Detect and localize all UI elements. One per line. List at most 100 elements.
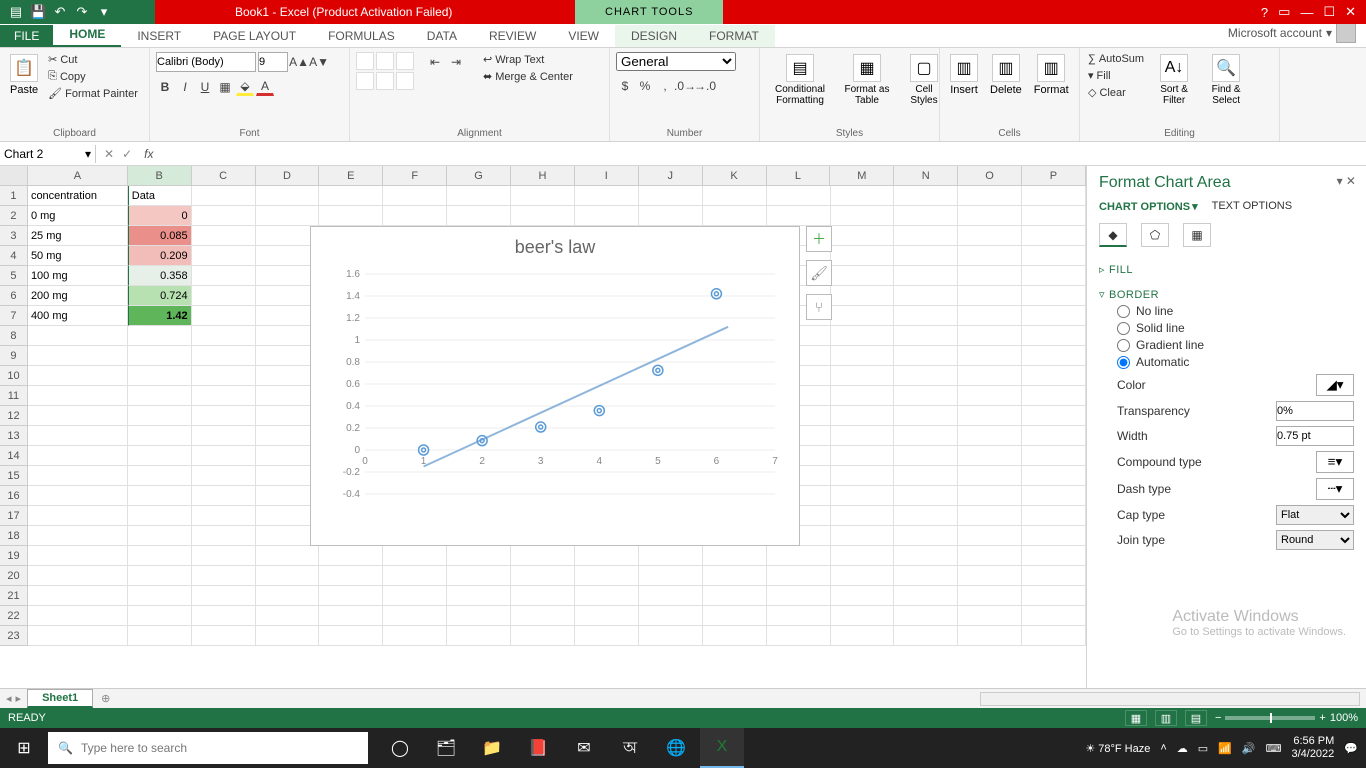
row-header[interactable]: 3 [0, 226, 28, 246]
cell[interactable] [767, 586, 831, 606]
insert-cells-button[interactable]: ▥Insert [946, 52, 982, 98]
cell[interactable] [831, 426, 895, 446]
keyboard-icon[interactable]: ⌨ [1266, 742, 1282, 755]
cell[interactable] [128, 326, 192, 346]
cell[interactable] [894, 526, 958, 546]
cell[interactable] [703, 206, 767, 226]
cell[interactable] [1022, 586, 1086, 606]
copy-button[interactable]: ⎘Copy [46, 69, 140, 84]
cell[interactable] [256, 186, 320, 206]
cell[interactable]: 0 [128, 206, 192, 226]
fill-button[interactable]: ▾Fill [1086, 68, 1146, 83]
minimize-icon[interactable]: — [1300, 5, 1313, 20]
cell[interactable] [128, 566, 192, 586]
cell[interactable] [703, 186, 767, 206]
wifi-icon[interactable]: 📶 [1218, 742, 1232, 755]
col-header[interactable]: P [1022, 166, 1086, 185]
cell[interactable] [1022, 626, 1086, 646]
cell[interactable] [192, 586, 256, 606]
cell[interactable] [128, 626, 192, 646]
cell[interactable] [894, 326, 958, 346]
tab-page-layout[interactable]: PAGE LAYOUT [197, 25, 312, 47]
currency-icon[interactable]: $ [616, 77, 634, 95]
cell[interactable] [767, 606, 831, 626]
alignment-grid[interactable] [356, 52, 414, 90]
cancel-formula-icon[interactable]: ✕ [104, 147, 114, 161]
shrink-font-icon[interactable]: A▼ [310, 53, 328, 71]
cell[interactable] [1022, 386, 1086, 406]
border-button[interactable]: ▦ [216, 78, 234, 96]
col-header[interactable]: C [192, 166, 256, 185]
cell[interactable] [639, 186, 703, 206]
sheet-tab[interactable]: Sheet1 [27, 689, 93, 708]
cell[interactable] [958, 326, 1022, 346]
cell[interactable] [511, 206, 575, 226]
tab-insert[interactable]: INSERT [121, 25, 197, 47]
cell[interactable] [703, 626, 767, 646]
cell[interactable] [128, 486, 192, 506]
cell[interactable] [192, 566, 256, 586]
cell[interactable] [319, 546, 383, 566]
cell[interactable] [894, 506, 958, 526]
cell[interactable] [575, 206, 639, 226]
qat-dropdown-icon[interactable]: ▾ [96, 4, 112, 20]
merge-center-button[interactable]: ⬌Merge & Center [481, 69, 575, 84]
cell[interactable] [575, 566, 639, 586]
row-header[interactable]: 10 [0, 366, 28, 386]
taskbar-app[interactable]: 🗂 [424, 728, 468, 768]
cell[interactable] [1022, 206, 1086, 226]
join-type-select[interactable]: Round [1276, 530, 1354, 550]
col-header[interactable]: K [703, 166, 767, 185]
cell[interactable] [192, 526, 256, 546]
transparency-input[interactable] [1276, 401, 1354, 421]
color-picker-button[interactable]: ◢▾ [1316, 374, 1354, 396]
cell[interactable] [1022, 526, 1086, 546]
zoom-in-icon[interactable]: + [1319, 712, 1325, 724]
cell[interactable] [767, 186, 831, 206]
cell[interactable] [192, 606, 256, 626]
cell[interactable] [128, 586, 192, 606]
cell[interactable] [894, 606, 958, 626]
cell[interactable] [831, 386, 895, 406]
tab-formulas[interactable]: FORMULAS [312, 25, 411, 47]
fill-section-header[interactable]: ▹ FILL [1099, 263, 1354, 276]
cell[interactable] [894, 206, 958, 226]
cell[interactable] [958, 506, 1022, 526]
cell[interactable] [831, 446, 895, 466]
find-select-button[interactable]: 🔍Find & Select [1202, 52, 1250, 108]
cell[interactable] [1022, 306, 1086, 326]
cell[interactable] [831, 626, 895, 646]
cell[interactable] [383, 186, 447, 206]
percent-icon[interactable]: % [636, 77, 654, 95]
cell[interactable] [28, 446, 128, 466]
italic-button[interactable]: I [176, 78, 194, 96]
col-header[interactable]: E [319, 166, 383, 185]
cell[interactable] [383, 566, 447, 586]
undo-icon[interactable]: ↶ [52, 4, 68, 20]
cell[interactable]: 0.085 [128, 226, 192, 246]
row-header[interactable]: 12 [0, 406, 28, 426]
radio-automatic[interactable]: Automatic [1117, 355, 1354, 369]
col-header[interactable]: I [575, 166, 639, 185]
cell[interactable] [831, 366, 895, 386]
cell[interactable] [958, 186, 1022, 206]
row-header[interactable]: 19 [0, 546, 28, 566]
row-header[interactable]: 6 [0, 286, 28, 306]
formula-input[interactable] [157, 147, 1366, 161]
row-header[interactable]: 16 [0, 486, 28, 506]
taskbar-app[interactable]: 🌐 [654, 728, 698, 768]
cell[interactable] [831, 346, 895, 366]
cell[interactable] [128, 446, 192, 466]
cell[interactable] [447, 546, 511, 566]
cell[interactable] [28, 486, 128, 506]
cell[interactable] [192, 306, 256, 326]
chart-filter-button[interactable]: ⑂ [806, 294, 832, 320]
cell[interactable] [575, 186, 639, 206]
dec-decimal-icon[interactable]: →.0 [696, 77, 714, 95]
cell[interactable] [575, 546, 639, 566]
cell[interactable] [1022, 486, 1086, 506]
cell[interactable] [28, 386, 128, 406]
row-header[interactable]: 5 [0, 266, 28, 286]
tab-design[interactable]: DESIGN [615, 25, 693, 47]
cell[interactable] [958, 526, 1022, 546]
